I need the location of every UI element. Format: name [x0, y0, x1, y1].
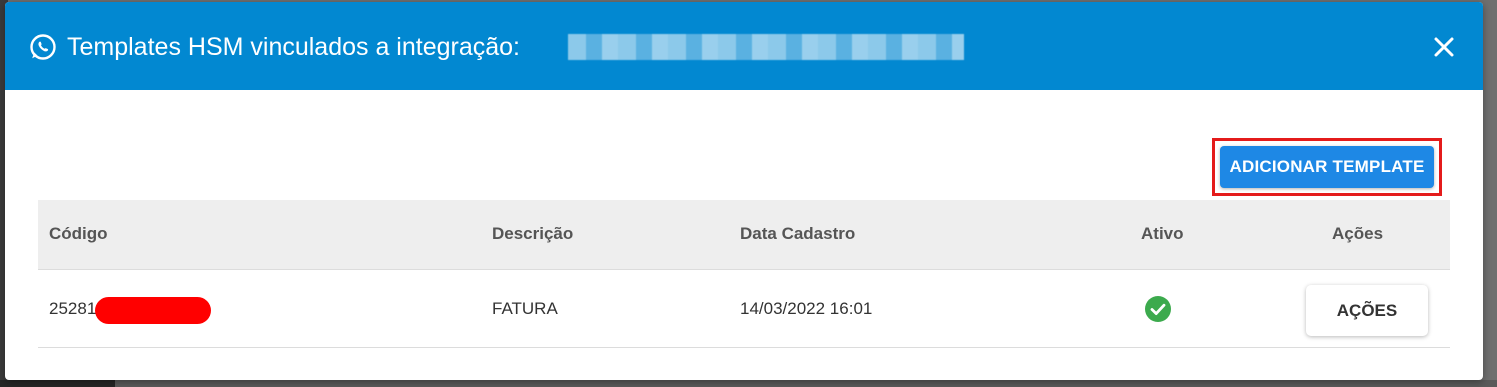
column-header-acoes: Ações: [1332, 224, 1384, 243]
add-template-highlight: ADICIONAR TEMPLATE: [1212, 138, 1442, 196]
row-actions-button[interactable]: AÇÕES: [1306, 285, 1428, 336]
modal-header: Templates HSM vinculados a integração:: [5, 2, 1483, 90]
cell-codigo: 25281: [49, 299, 97, 318]
redacted-integration-name: [568, 34, 964, 60]
templates-modal: Templates HSM vinculados a integração: A…: [5, 2, 1483, 380]
column-header-ativo: Ativo: [1141, 224, 1184, 243]
cell-descricao: FATURA: [492, 299, 558, 318]
close-icon: [1434, 37, 1454, 57]
table-header: Código Descrição Data Cadastro Ativo Açõ…: [38, 200, 1450, 270]
whatsapp-icon: [30, 34, 56, 60]
page-backdrop-bottom: [0, 380, 1497, 387]
modal-title: Templates HSM vinculados a integração:: [67, 33, 521, 61]
close-button[interactable]: [1429, 32, 1459, 62]
table-row: 25281 FATURA 14/03/2022 16:01 AÇÕES: [38, 270, 1450, 348]
column-header-descricao: Descrição: [492, 224, 574, 243]
cell-data-cadastro: 14/03/2022 16:01: [740, 299, 873, 318]
column-header-codigo: Código: [49, 224, 108, 243]
column-header-data-cadastro: Data Cadastro: [740, 224, 856, 243]
add-template-button[interactable]: ADICIONAR TEMPLATE: [1220, 146, 1434, 188]
redacted-code: [95, 297, 211, 324]
check-circle-icon: [1145, 296, 1171, 322]
